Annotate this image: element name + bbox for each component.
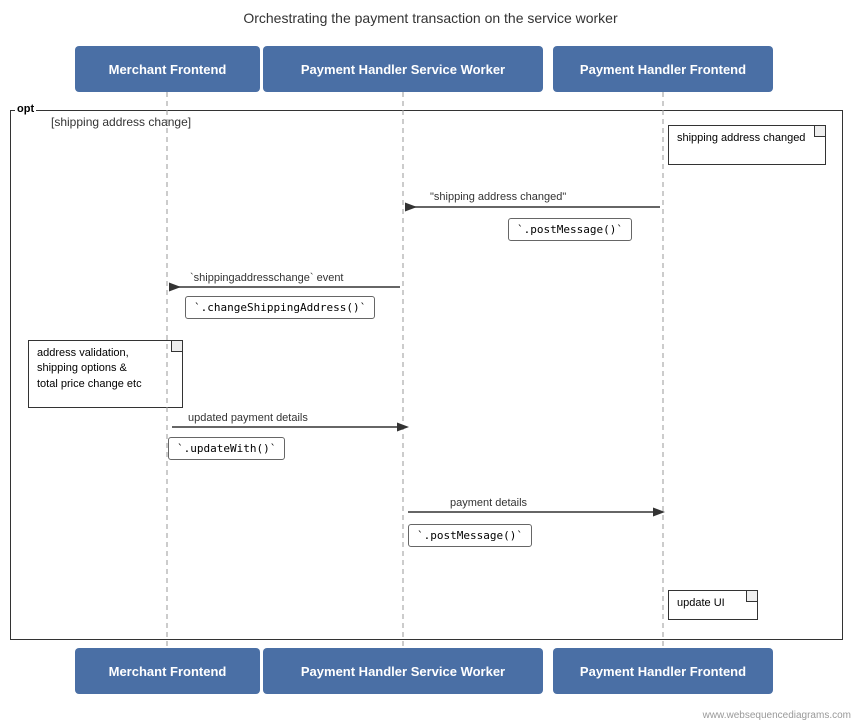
actor-merchant-bottom: Merchant Frontend (75, 648, 260, 694)
note-shipping-changed: shipping address changed (668, 125, 826, 165)
note-address-validation: address validation, shipping options & t… (28, 340, 183, 408)
actor-merchant-top: Merchant Frontend (75, 46, 260, 92)
diagram-container: Orchestrating the payment transaction on… (0, 0, 861, 727)
diagram-title: Orchestrating the payment transaction on… (0, 0, 861, 34)
code-changeshipping: `.changeShippingAddress()` (185, 296, 375, 319)
code-postmessage-1: `.postMessage()` (508, 218, 632, 241)
actor-phsw-bottom: Payment Handler Service Worker (263, 648, 543, 694)
code-postmessage-2: `.postMessage()` (408, 524, 532, 547)
note-update-ui: update UI (668, 590, 758, 620)
actor-phf-bottom: Payment Handler Frontend (553, 648, 773, 694)
code-updatewith: `.updateWith()` (168, 437, 285, 460)
watermark: www.websequencediagrams.com (703, 710, 851, 721)
opt-condition: [shipping address change] (51, 115, 191, 129)
actor-phsw-top: Payment Handler Service Worker (263, 46, 543, 92)
actor-phf-top: Payment Handler Frontend (553, 46, 773, 92)
opt-label: opt (15, 103, 36, 115)
